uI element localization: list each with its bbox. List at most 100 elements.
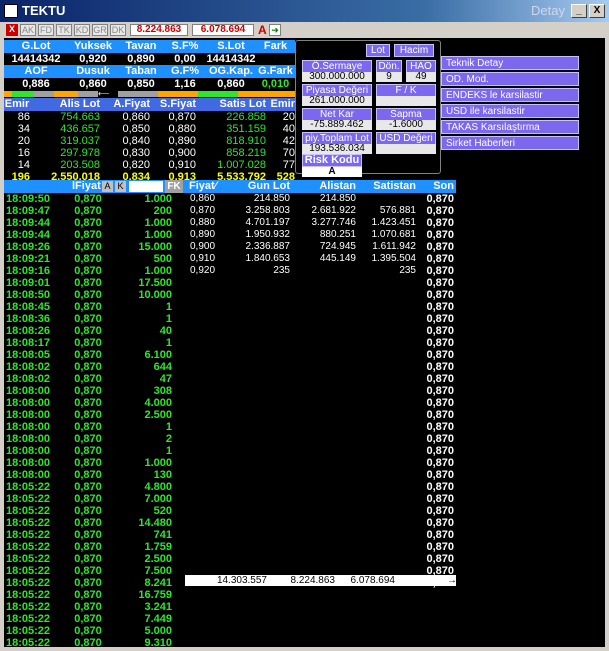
k-filter-button[interactable]: K bbox=[115, 181, 126, 192]
gr-button[interactable]: GR bbox=[92, 24, 108, 36]
trade-lot: 7.449 bbox=[144, 613, 172, 625]
trade-price: 0,870 bbox=[74, 241, 102, 253]
minimize-button[interactable]: _ bbox=[571, 4, 587, 18]
fk-filter-button[interactable]: FK bbox=[165, 180, 183, 193]
son-value: 0,870 bbox=[426, 553, 454, 565]
depth-header-cell: A.Fiyat bbox=[100, 98, 150, 111]
sirket-haberleri-button[interactable]: Sirket Haberleri bbox=[441, 136, 579, 150]
son-value: 0,870 bbox=[426, 529, 454, 541]
trade-row: 18:08:00 0,870 130 bbox=[4, 469, 184, 481]
lot-button[interactable]: Lot bbox=[366, 44, 390, 57]
trade-row: 18:09:44 0,870 1.000 bbox=[4, 217, 184, 229]
trade-lot: 1.000 bbox=[144, 229, 172, 241]
depth-cell: 70 bbox=[282, 147, 295, 159]
depth-cell: 77 bbox=[282, 159, 295, 171]
depth-header-cell: S.Fiyat bbox=[150, 98, 196, 111]
trade-lot: 7.000 bbox=[144, 493, 172, 505]
summary-value: 0,860 bbox=[79, 78, 107, 90]
price-alistan: 445.149 bbox=[319, 253, 356, 264]
risk-kodu-value: A bbox=[302, 167, 362, 177]
close-window-button[interactable]: X bbox=[589, 4, 605, 18]
depth-row: 16 297.978 0,830 0,900 858.219 70 bbox=[4, 147, 295, 159]
summary-value bbox=[256, 53, 295, 65]
trade-lot: 2 bbox=[165, 433, 172, 445]
price-row: 0,860 214.850 214.850 bbox=[184, 193, 420, 205]
trade-row: 18:08:00 0,870 1 bbox=[4, 421, 184, 433]
summary-header-cell: G.Lot bbox=[4, 40, 68, 53]
kd-button[interactable]: KD bbox=[74, 24, 90, 36]
satistan-header: Satistan bbox=[373, 180, 416, 192]
price-fiyat: 0,910 bbox=[190, 253, 216, 264]
price-fiyat: 0,920 bbox=[190, 265, 216, 276]
trade-lot: 17.500 bbox=[138, 277, 172, 289]
close-icon[interactable]: X bbox=[6, 24, 18, 36]
trade-price: 0,870 bbox=[74, 361, 102, 373]
trade-time: 18:08:50 bbox=[6, 289, 51, 301]
trade-time: 18:09:50 bbox=[6, 193, 51, 205]
fd-button[interactable]: FD bbox=[38, 24, 54, 36]
son-value: 0,870 bbox=[426, 541, 454, 553]
trade-lot: 47 bbox=[159, 373, 172, 385]
son-value: 0,870 bbox=[426, 397, 454, 409]
depth-header-cell: Satis Lot bbox=[196, 98, 266, 111]
trade-price: 0,870 bbox=[74, 481, 102, 493]
trade-time: 18:05:22 bbox=[6, 541, 51, 553]
trade-time: 18:09:44 bbox=[6, 217, 51, 229]
trade-row: 18:08:36 0,870 1 bbox=[4, 313, 184, 325]
depth-cell: 20 bbox=[282, 111, 295, 123]
a-filter-button[interactable]: A bbox=[102, 181, 113, 192]
trade-price: 0,870 bbox=[74, 637, 102, 647]
usd-karsilastir-button[interactable]: USD ile karsilastir bbox=[441, 104, 579, 118]
takas-karsilastirma-button[interactable]: TAKAS Karsılaştırma bbox=[441, 120, 579, 134]
trade-lot: 3.241 bbox=[144, 601, 172, 613]
price-gunlot: 3.258.803 bbox=[245, 205, 291, 216]
summary-value: 1,16 bbox=[174, 78, 196, 90]
son-value: 0,870 bbox=[426, 241, 454, 253]
filter-input[interactable] bbox=[129, 181, 163, 192]
trade-price: 0,870 bbox=[74, 457, 102, 469]
depth-cell: 226.858 bbox=[226, 111, 266, 123]
depth-cell: 42 bbox=[282, 135, 295, 147]
price-fiyat: 0,880 bbox=[190, 217, 216, 228]
arrow-right-icon[interactable]: ➜ bbox=[269, 24, 281, 36]
depth-row: 34 436.657 0,850 0,880 351.159 40 bbox=[4, 123, 295, 135]
price-fiyat: 0,870 bbox=[190, 205, 216, 216]
ak-button[interactable]: AK bbox=[20, 24, 36, 36]
price-distribution: 0,860 214.850 214.850 0,870 3.258.803 2.681.9… bbox=[184, 193, 420, 277]
trade-lot: 2.500 bbox=[144, 553, 172, 565]
price-row: 0,880 4.701.197 3.277.746 1.423.451 bbox=[184, 217, 420, 229]
trade-price: 0,870 bbox=[74, 265, 102, 277]
trade-row: 18:09:44 0,870 1.000 bbox=[4, 229, 184, 241]
trade-lot: 200 bbox=[153, 205, 172, 217]
trade-row: 18:05:22 0,870 741 bbox=[4, 529, 184, 541]
son-value: 0,870 bbox=[426, 505, 454, 517]
a-label[interactable]: A bbox=[258, 23, 267, 37]
trade-lot: 520 bbox=[153, 505, 172, 517]
depth-rows: 86 754.663 0,860 0,870 226.858 20 34 436.657 0,8… bbox=[4, 111, 295, 171]
sapma-value: -1.6000 bbox=[376, 120, 436, 130]
trade-price: 0,870 bbox=[74, 529, 102, 541]
trade-lot: 40 bbox=[159, 325, 172, 337]
trade-row: 18:08:02 0,870 644 bbox=[4, 361, 184, 373]
trade-time: 18:09:16 bbox=[6, 265, 51, 277]
trade-price: 0,870 bbox=[74, 301, 102, 313]
trade-price: 0,870 bbox=[74, 289, 102, 301]
trade-price: 0,870 bbox=[74, 469, 102, 481]
dk-button[interactable]: DK bbox=[110, 24, 126, 36]
teknik-detay-button[interactable]: Teknik Detay bbox=[441, 56, 579, 70]
tk-button[interactable]: TK bbox=[56, 24, 72, 36]
son-value: 0,870 bbox=[426, 325, 454, 337]
trade-time: 18:08:02 bbox=[6, 373, 51, 385]
trade-price: 0,870 bbox=[74, 409, 102, 421]
trade-lot: 7.500 bbox=[144, 565, 172, 577]
toplam-lot-value: 193.536.034 bbox=[302, 144, 372, 154]
endeks-karsilastir-button[interactable]: ENDEKS le karsilastir bbox=[441, 88, 579, 102]
od-mod-button[interactable]: OD. Mod. bbox=[441, 72, 579, 86]
usd-value bbox=[376, 144, 436, 154]
trade-time: 18:08:00 bbox=[6, 397, 51, 409]
trade-row: 18:05:22 0,870 16.759 bbox=[4, 589, 184, 601]
trade-lot: 1 bbox=[165, 337, 172, 349]
hacim-button[interactable]: Hacim bbox=[394, 44, 434, 57]
trade-lot: 8.241 bbox=[144, 577, 172, 589]
trade-price: 0,870 bbox=[74, 421, 102, 433]
